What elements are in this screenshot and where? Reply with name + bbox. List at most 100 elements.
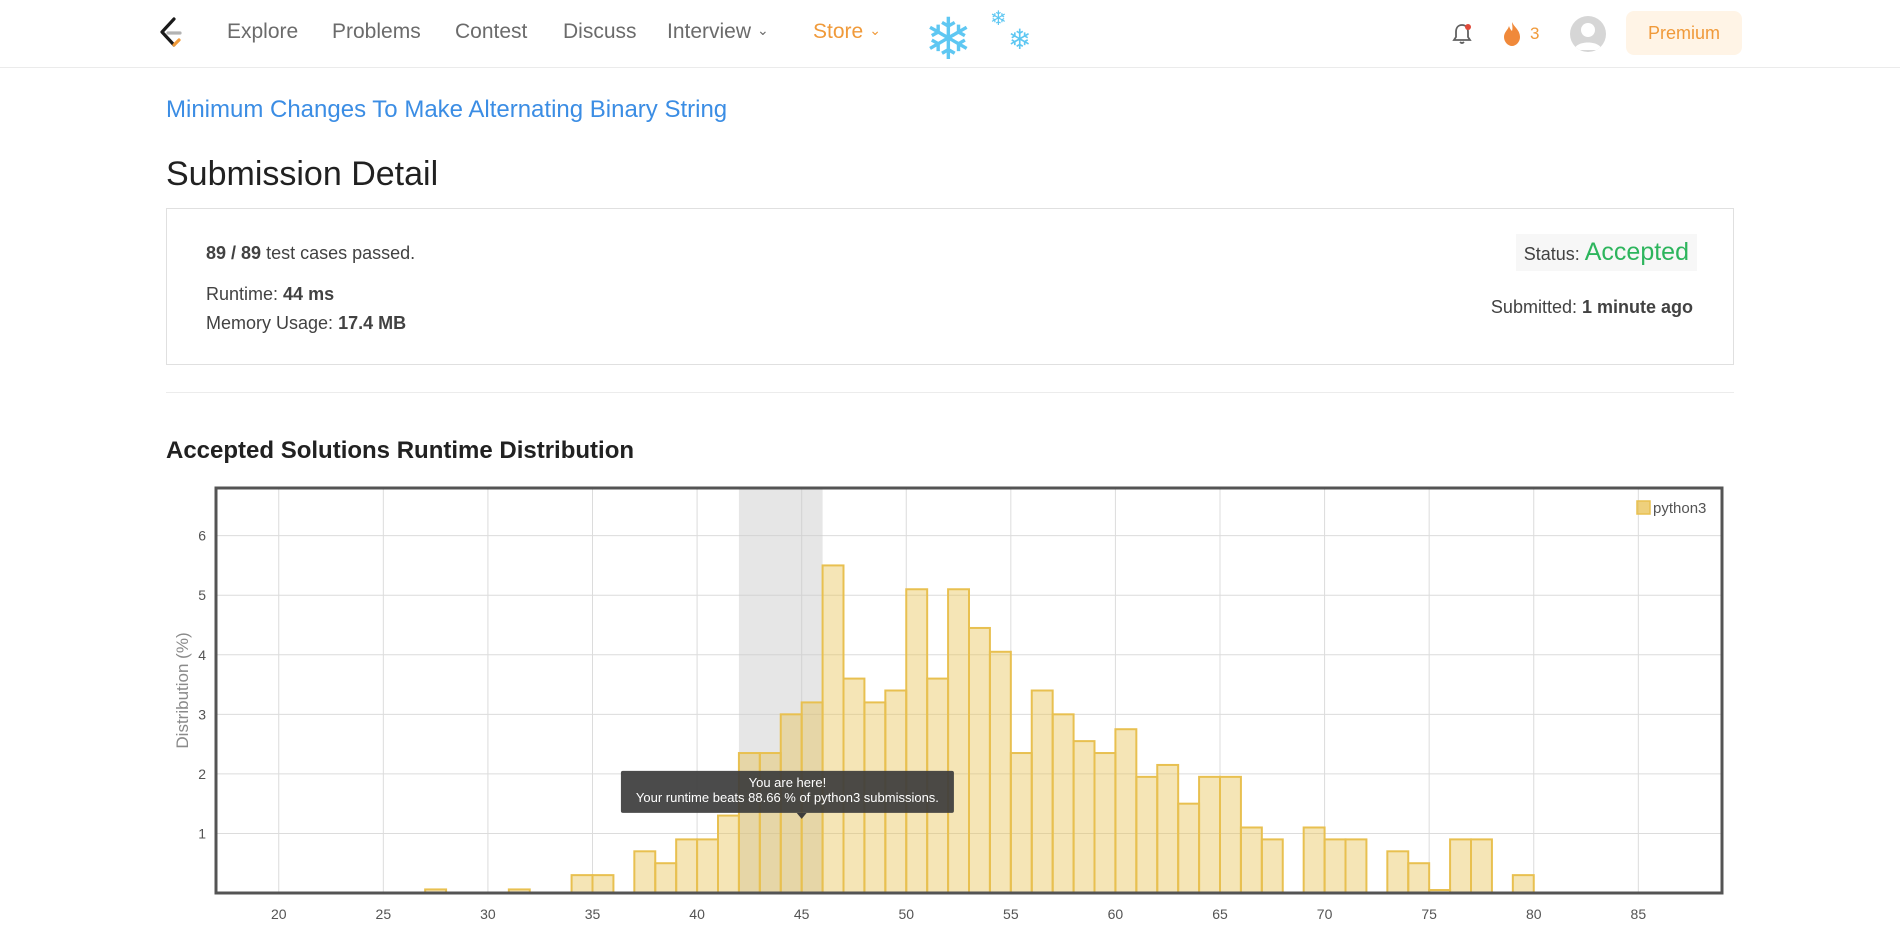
histogram-bar bbox=[1449, 838, 1473, 895]
x-tick-label: 60 bbox=[1108, 906, 1124, 922]
x-tick-label: 30 bbox=[480, 906, 496, 922]
x-tick-label: 35 bbox=[585, 906, 601, 922]
x-tick-label: 85 bbox=[1631, 906, 1647, 922]
nav-discuss[interactable]: Discuss bbox=[563, 20, 637, 44]
y-tick-label: 4 bbox=[198, 647, 206, 663]
x-tick-label: 50 bbox=[898, 906, 914, 922]
nav-store-label: Store bbox=[813, 20, 864, 43]
page: Explore Problems Contest Discuss Intervi… bbox=[0, 0, 1900, 928]
histogram-bar bbox=[947, 588, 970, 894]
histogram-bar bbox=[654, 862, 678, 894]
histogram-bar bbox=[1511, 874, 1535, 895]
test-cases-summary: 89 / 89 test cases passed. bbox=[206, 243, 415, 264]
histogram-bar bbox=[675, 838, 699, 895]
histogram-bar bbox=[1470, 838, 1493, 895]
runtime-line: Runtime: 44 ms bbox=[206, 284, 334, 305]
x-tick-label: 65 bbox=[1212, 906, 1228, 922]
histogram-bar bbox=[1051, 713, 1075, 894]
histogram-bar bbox=[570, 874, 594, 895]
histogram-bar bbox=[1135, 775, 1159, 894]
x-tick-label: 70 bbox=[1317, 906, 1333, 922]
histogram-bar bbox=[1407, 862, 1431, 894]
histogram-bar bbox=[1344, 838, 1368, 895]
chart-svg: 20 25 30 35 40 45 50 55 60 65 70 75 80 85123456Distri… bbox=[173, 486, 1724, 922]
chevron-down-icon: ⌄ bbox=[869, 22, 881, 38]
test-cases-suffix: test cases passed. bbox=[266, 243, 416, 263]
snowflake-icon: ❄ bbox=[924, 5, 973, 73]
tooltip-line-2: Your runtime beats 88.66 % of python3 su… bbox=[636, 790, 939, 805]
histogram-bar bbox=[821, 564, 845, 894]
fire-streak-icon[interactable] bbox=[1502, 21, 1522, 47]
submitted-line: Submitted: 1 minute ago bbox=[1491, 297, 1693, 318]
user-avatar-icon bbox=[1574, 23, 1602, 50]
y-tick-label: 3 bbox=[198, 706, 206, 722]
top-navbar: Explore Problems Contest Discuss Intervi… bbox=[0, 0, 1900, 68]
y-axis-label: Distribution (%) bbox=[173, 632, 192, 748]
premium-button[interactable]: Premium bbox=[1626, 11, 1742, 55]
histogram-bar bbox=[905, 588, 929, 894]
submitted-value: 1 minute ago bbox=[1581, 297, 1693, 317]
x-tick-label: 75 bbox=[1421, 906, 1437, 922]
histogram-bar bbox=[696, 838, 719, 895]
x-tick-label: 40 bbox=[689, 906, 705, 922]
histogram-bar bbox=[1386, 850, 1410, 895]
histogram-bar bbox=[1156, 763, 1180, 894]
histogram-bar bbox=[1198, 775, 1222, 894]
legend-label: python3 bbox=[1653, 500, 1706, 517]
histogram-bar bbox=[591, 874, 615, 895]
section-divider bbox=[166, 392, 1734, 393]
nav-interview-label: Interview bbox=[667, 20, 752, 43]
legend-swatch bbox=[1636, 500, 1651, 515]
tooltip-line-1: You are here! bbox=[749, 775, 827, 790]
histogram-bar bbox=[1323, 838, 1347, 895]
nav-interview[interactable]: Interview ⌄ bbox=[667, 20, 769, 44]
x-tick-label: 55 bbox=[1003, 906, 1019, 922]
nav-explore[interactable]: Explore bbox=[227, 20, 298, 44]
y-tick-label: 1 bbox=[198, 825, 206, 841]
chevron-down-icon: ⌄ bbox=[757, 22, 769, 38]
runtime-distribution-chart: 20 25 30 35 40 45 50 55 60 65 70 75 80 85 1 2 3 4 5 6 Distri… bbox=[166, 480, 1736, 928]
avatar[interactable] bbox=[1570, 16, 1606, 52]
y-tick-label: 2 bbox=[198, 766, 206, 782]
histogram-bar bbox=[1009, 752, 1033, 895]
runtime-value: 44 ms bbox=[283, 284, 335, 304]
nav-problems[interactable]: Problems bbox=[332, 20, 421, 44]
histogram-bar bbox=[633, 850, 657, 895]
histogram-bar bbox=[1302, 826, 1326, 894]
memory-line: Memory Usage: 17.4 MB bbox=[206, 313, 406, 334]
histogram-bar bbox=[968, 626, 991, 895]
snowflake-icon: ❄ bbox=[1008, 23, 1032, 56]
histogram-bar bbox=[988, 650, 1012, 894]
memory-value: 17.4 MB bbox=[338, 313, 407, 333]
problem-title-link[interactable]: Minimum Changes To Make Alternating Bina… bbox=[166, 96, 727, 124]
page-title: Submission Detail bbox=[166, 155, 439, 193]
histogram-bar bbox=[1093, 752, 1117, 895]
nav-store[interactable]: Store ⌄ bbox=[813, 20, 881, 44]
y-tick-label: 5 bbox=[198, 587, 206, 603]
histogram-bar bbox=[1219, 775, 1242, 894]
nav-contest[interactable]: Contest bbox=[455, 20, 527, 44]
x-tick-label: 80 bbox=[1526, 906, 1542, 922]
histogram-bar bbox=[1177, 802, 1201, 895]
histogram-bar bbox=[1260, 838, 1284, 895]
y-tick-label: 6 bbox=[198, 528, 206, 544]
x-tick-label: 25 bbox=[376, 906, 392, 922]
notification-bell-icon[interactable] bbox=[1450, 22, 1474, 46]
histogram-bar bbox=[717, 814, 740, 894]
x-tick-label: 20 bbox=[271, 906, 287, 922]
status-label: Status: bbox=[1523, 244, 1580, 264]
submitted-label: Submitted: bbox=[1490, 297, 1577, 317]
status-value[interactable]: Accepted bbox=[1585, 238, 1689, 266]
histogram-bar bbox=[1114, 728, 1138, 894]
runtime-label: Runtime: bbox=[206, 284, 279, 304]
submission-detail-card: 89 / 89 test cases passed. Runtime: 44 m… bbox=[166, 208, 1734, 365]
histogram-bar bbox=[1030, 689, 1054, 894]
snowflake-icon: ❄ bbox=[990, 6, 1007, 30]
test-cases-count: 89 / 89 bbox=[206, 243, 262, 263]
section-title: Accepted Solutions Runtime Distribution bbox=[166, 437, 635, 464]
x-tick-label: 45 bbox=[794, 906, 810, 922]
leetcode-logo-icon[interactable] bbox=[156, 16, 186, 50]
status-badge: Status: Accepted bbox=[1515, 234, 1697, 271]
streak-count[interactable]: 3 bbox=[1530, 24, 1539, 44]
histogram-bar bbox=[1239, 826, 1263, 894]
